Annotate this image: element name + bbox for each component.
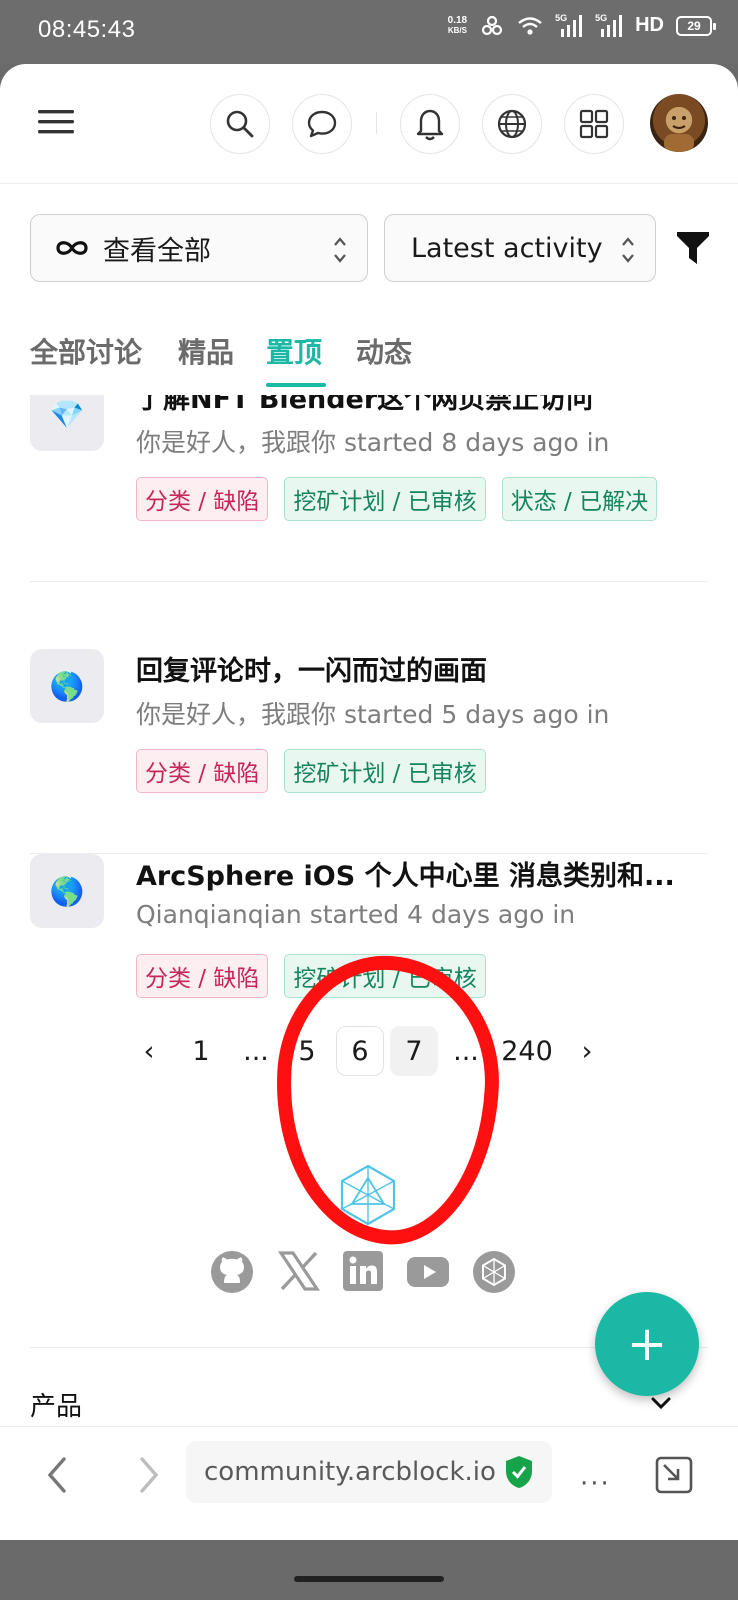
social-links (210, 1250, 530, 1298)
tab-pinned[interactable]: 置顶 (266, 331, 322, 371)
net-speed-value: 0.18 (447, 14, 468, 26)
avatar-image (664, 107, 694, 152)
discussion-item[interactable]: 🌎 ArcSphere iOS 个人中心里 消息类别和... Qianqianq… (30, 854, 708, 1015)
secure-shield-icon (506, 1456, 532, 1488)
page-6-current[interactable]: 6 (336, 1026, 384, 1076)
x-icon[interactable] (278, 1250, 320, 1292)
pagination-ellipsis: ... (243, 1035, 269, 1067)
arcblock-icon[interactable] (472, 1250, 516, 1294)
discussion-tabs: 全部讨论 精品 置顶 动态 (0, 319, 738, 395)
updown-chevron-icon (622, 237, 634, 263)
header-separator (376, 112, 377, 134)
pagination-ellipsis: ... (453, 1035, 479, 1067)
net-speed: 0.18 KB/S (447, 14, 468, 36)
tag[interactable]: 挖矿计划 / 已审核 (284, 749, 486, 793)
discussion-title[interactable]: 回复评论时，一闪而过的画面 (136, 649, 708, 688)
signal-2: 5G (595, 12, 623, 37)
page-sheet: 查看全部 Latest activity 全部讨论 精品 置顶 动态 💎 了解N… (0, 64, 738, 1540)
discussion-meta: Qianqianqian started 4 days ago in (136, 900, 576, 929)
address-bar[interactable]: community.arcblock.io (186, 1441, 552, 1503)
globe-emoji-icon: 🌎 (30, 854, 104, 928)
updown-chevron-icon (334, 237, 346, 263)
sort-select-label: Latest activity (411, 232, 603, 264)
battery: 29 (676, 15, 716, 36)
network-type-1: 5G (555, 12, 568, 23)
prev-page-button[interactable]: ‹ (134, 1026, 164, 1076)
plus-icon: + (626, 1316, 668, 1372)
user-avatar[interactable] (650, 94, 708, 152)
discussion-item[interactable]: 💎 了解NFT Blender这个网页禁止访问 你是好人，我跟你 started… (30, 395, 708, 582)
back-arrow-icon[interactable] (42, 1455, 72, 1495)
tabs-switch-icon[interactable] (654, 1455, 694, 1495)
discussion-meta: 你是好人，我跟你 started 8 days ago in (136, 428, 610, 457)
tag[interactable]: 挖矿计划 / 已审核 (284, 954, 486, 998)
filter-controls: 查看全部 Latest activity (0, 214, 738, 284)
new-discussion-fab[interactable]: + (595, 1292, 699, 1396)
search-icon (226, 110, 254, 138)
notifications-button[interactable] (400, 94, 460, 154)
page-1[interactable]: 1 (186, 1026, 216, 1076)
apps-button[interactable] (564, 94, 624, 154)
home-indicator[interactable] (294, 1576, 444, 1582)
tag-list: 分类 / 缺陷 挖矿计划 / 已审核 (136, 954, 486, 998)
more-menu-icon[interactable]: ··· (580, 1469, 611, 1499)
net-speed-unit: KB/S (447, 25, 467, 35)
page-7[interactable]: 7 (390, 1026, 438, 1076)
chat-bubble-icon (307, 110, 337, 138)
discussion-meta: 你是好人，我跟你 started 5 days ago in (136, 700, 610, 729)
language-button[interactable] (482, 94, 542, 154)
scope-select[interactable]: 查看全部 (30, 214, 368, 282)
infinity-icon (56, 241, 88, 255)
arcblock-logo-icon (340, 1164, 396, 1226)
tag[interactable]: 分类 / 缺陷 (136, 749, 269, 793)
footer-section-products[interactable]: 产品 (30, 1386, 82, 1423)
sort-select[interactable]: Latest activity (384, 214, 656, 282)
browser-toolbar: community.arcblock.io ··· (0, 1426, 738, 1540)
tab-featured[interactable]: 精品 (178, 331, 234, 371)
signal-1: 5G (555, 12, 583, 37)
chevron-down-icon[interactable] (650, 1396, 672, 1410)
search-button[interactable] (210, 94, 270, 154)
discussion-list: 💎 了解NFT Blender这个网页禁止访问 你是好人，我跟你 started… (0, 395, 738, 1015)
hd-label: HD (635, 14, 664, 36)
tag-list: 分类 / 缺陷 挖矿计划 / 已审核 (136, 749, 486, 793)
tag[interactable]: 状态 / 已解决 (501, 477, 658, 521)
status-time: 08:45:43 (38, 16, 136, 43)
bell-icon (416, 109, 444, 141)
tag[interactable]: 挖矿计划 / 已审核 (284, 477, 486, 521)
tag[interactable]: 分类 / 缺陷 (136, 477, 269, 521)
page-240[interactable]: 240 (500, 1026, 554, 1076)
status-bar: 08:45:43 0.18 KB/S 5G 5G HD 29 (0, 0, 738, 64)
active-tab-indicator (266, 383, 326, 387)
app-header (0, 64, 738, 184)
hotspot-icon (482, 15, 503, 35)
youtube-icon[interactable] (406, 1256, 450, 1288)
pagination: ‹ 1 ... 5 6 7 ... 240 › (0, 1026, 738, 1076)
wifi-icon (518, 16, 542, 35)
filter-icon[interactable] (676, 230, 710, 266)
github-icon[interactable] (210, 1250, 254, 1294)
tag[interactable]: 分类 / 缺陷 (136, 954, 269, 998)
hamburger-menu-icon[interactable] (38, 108, 74, 136)
globe-emoji-icon: 🌎 (30, 649, 104, 723)
tab-all-discussions[interactable]: 全部讨论 (30, 331, 142, 371)
scope-select-label: 查看全部 (103, 235, 211, 267)
tag-list: 分类 / 缺陷 挖矿计划 / 已审核 状态 / 已解决 (136, 477, 658, 521)
discussion-title[interactable]: ArcSphere iOS 个人中心里 消息类别和... (136, 854, 708, 893)
url-text: community.arcblock.io (204, 1457, 496, 1487)
discussion-item[interactable]: 🌎 回复评论时，一闪而过的画面 你是好人，我跟你 started 5 days … (30, 649, 708, 854)
forward-arrow-icon[interactable] (134, 1455, 164, 1495)
next-page-button[interactable]: › (572, 1026, 602, 1076)
globe-icon (497, 109, 527, 139)
status-icons: 0.18 KB/S 5G 5G HD 29 (447, 12, 716, 37)
page-5[interactable]: 5 (292, 1026, 322, 1076)
linkedin-icon[interactable] (342, 1250, 384, 1292)
network-type-2: 5G (595, 12, 608, 23)
apps-grid-icon (579, 109, 609, 139)
tab-activity[interactable]: 动态 (356, 331, 412, 371)
chat-button[interactable] (292, 94, 352, 154)
gem-icon: 💎 (30, 395, 104, 451)
discussion-title[interactable]: 了解NFT Blender这个网页禁止访问 (136, 395, 708, 416)
